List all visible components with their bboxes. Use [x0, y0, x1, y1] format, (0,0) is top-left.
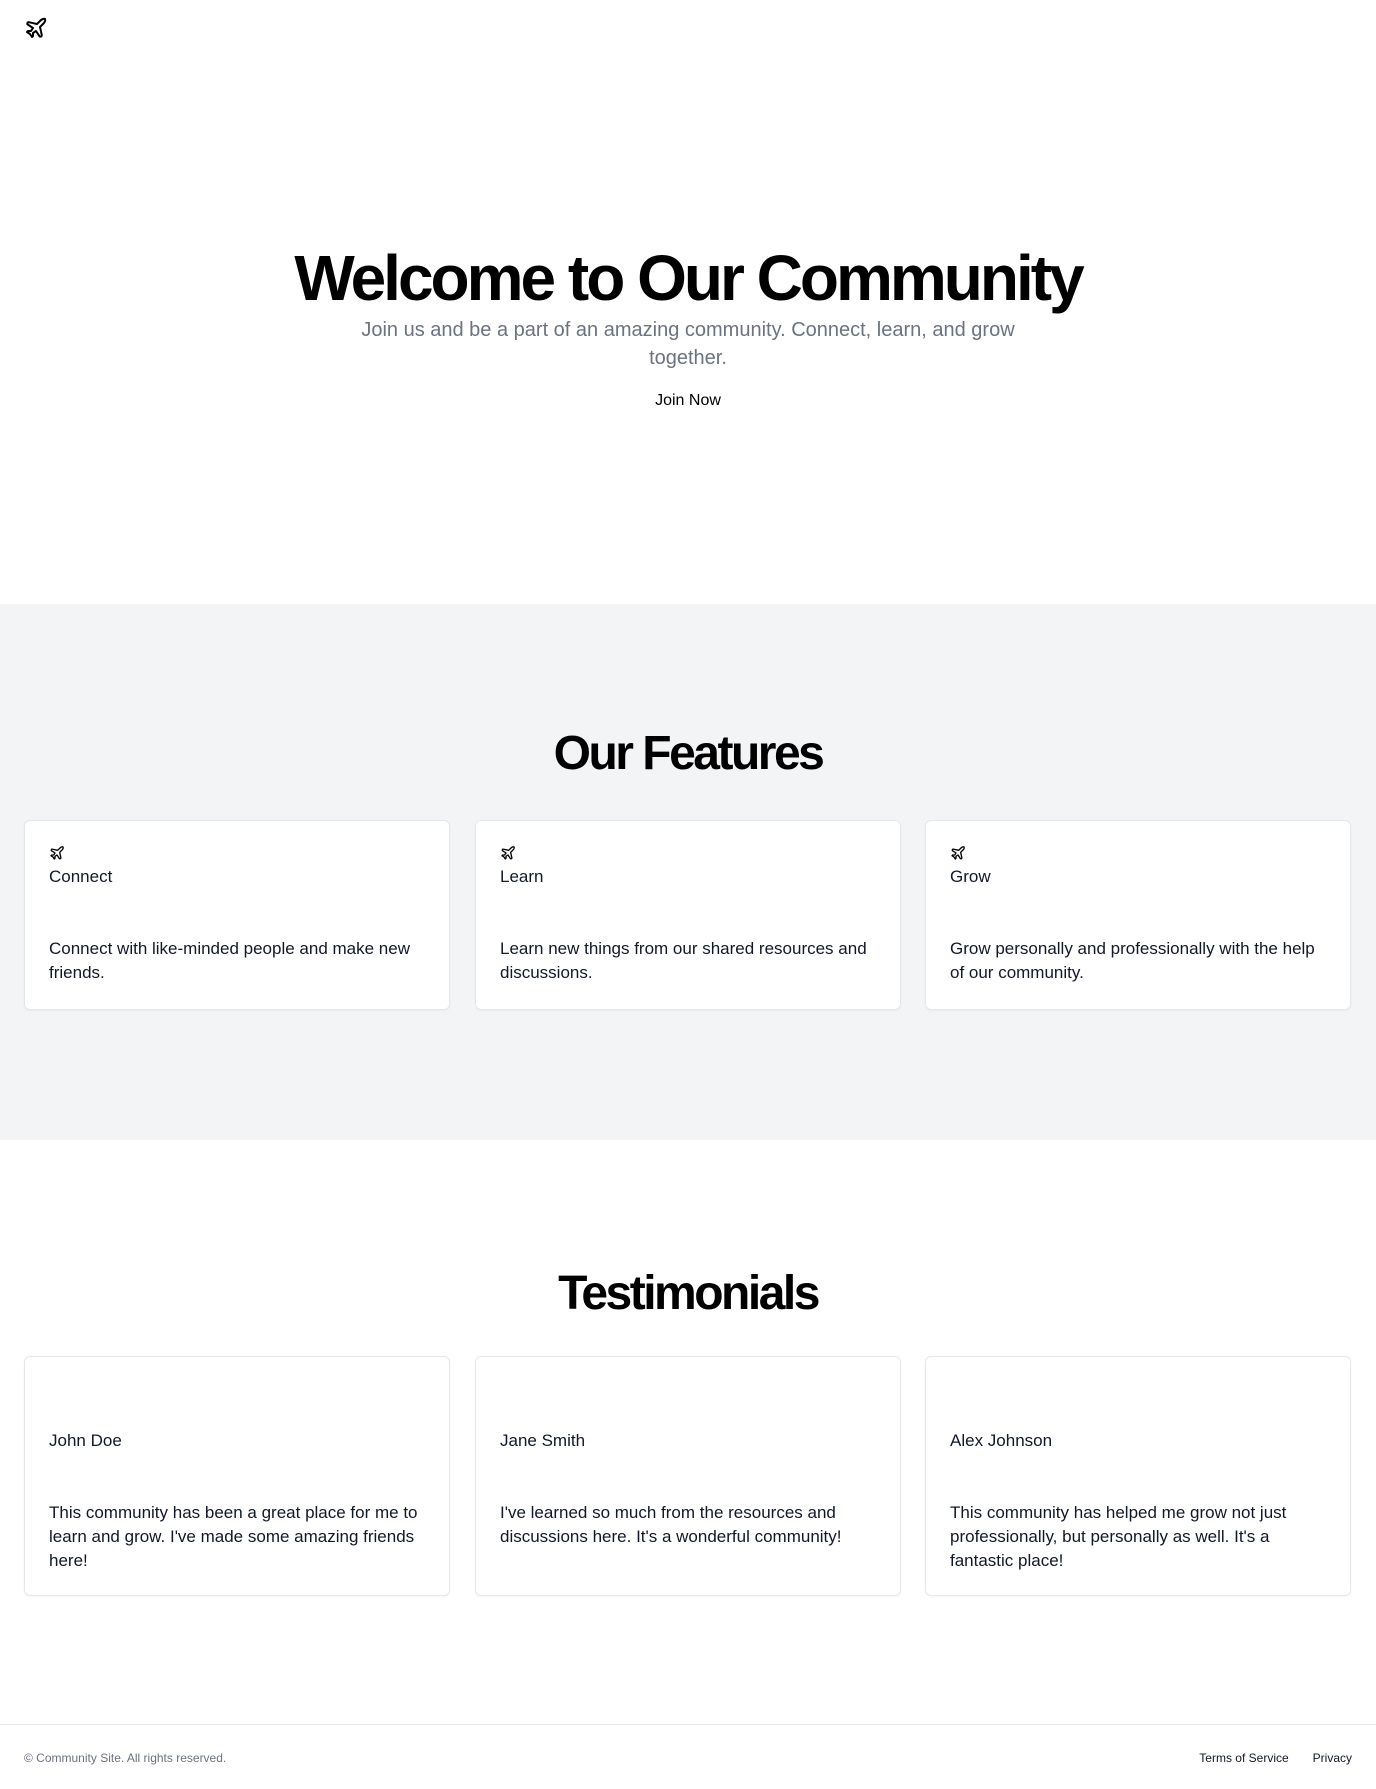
testimonial-quote: I've learned so much from the resources … — [500, 1503, 842, 1546]
testimonial-author: John Doe — [49, 1431, 122, 1450]
footer-nav: Terms of Service Privacy — [1199, 1749, 1352, 1767]
site-footer: © Community Site. All rights reserved. T… — [0, 1724, 1376, 1789]
testimonial-quote: This community has helped me grow not ju… — [950, 1503, 1287, 1570]
feature-card-grow: Grow Grow personally and professionally … — [925, 820, 1351, 1010]
feature-card-connect: Connect Connect with like-minded people … — [24, 820, 450, 1010]
testimonial-card: Alex Johnson This community has helped m… — [925, 1356, 1351, 1596]
testimonial-card: Jane Smith I've learned so much from the… — [475, 1356, 901, 1596]
join-now-button[interactable]: Join Now — [638, 388, 738, 414]
terms-of-service-link[interactable]: Terms of Service — [1199, 1749, 1288, 1767]
privacy-link[interactable]: Privacy — [1313, 1749, 1352, 1767]
features-section: Our Features Connect Connect with like-m… — [0, 604, 1376, 1140]
feature-description: Connect with like-minded people and make… — [49, 939, 410, 982]
feature-title: Connect — [49, 867, 113, 886]
testimonial-card: John Doe This community has been a great… — [24, 1356, 450, 1596]
hero-subtitle: Join us and be a part of an amazing comm… — [361, 319, 1015, 369]
testimonials-section: Testimonials John Doe This community has… — [0, 1140, 1376, 1724]
feature-title: Grow — [950, 867, 991, 886]
hero-section: Welcome to Our Community Join us and be … — [0, 0, 1376, 604]
testimonial-quote: This community has been a great place fo… — [49, 1503, 418, 1570]
rocket-icon — [501, 846, 515, 860]
feature-description: Learn new things from our shared resourc… — [500, 939, 867, 982]
features-title: Our Features — [553, 727, 825, 780]
feature-card-learn: Learn Learn new things from our shared r… — [475, 820, 901, 1010]
copyright-text: © Community Site. All rights reserved. — [24, 1751, 227, 1765]
feature-description: Grow personally and professionally with … — [950, 939, 1315, 982]
hero-title: Welcome to Our Community — [294, 242, 1084, 314]
rocket-icon — [50, 846, 64, 860]
testimonials-title: Testimonials — [558, 1267, 820, 1320]
testimonial-author: Jane Smith — [500, 1431, 586, 1450]
testimonial-author: Alex Johnson — [950, 1431, 1053, 1450]
rocket-icon — [951, 846, 965, 860]
feature-title: Learn — [500, 867, 544, 886]
